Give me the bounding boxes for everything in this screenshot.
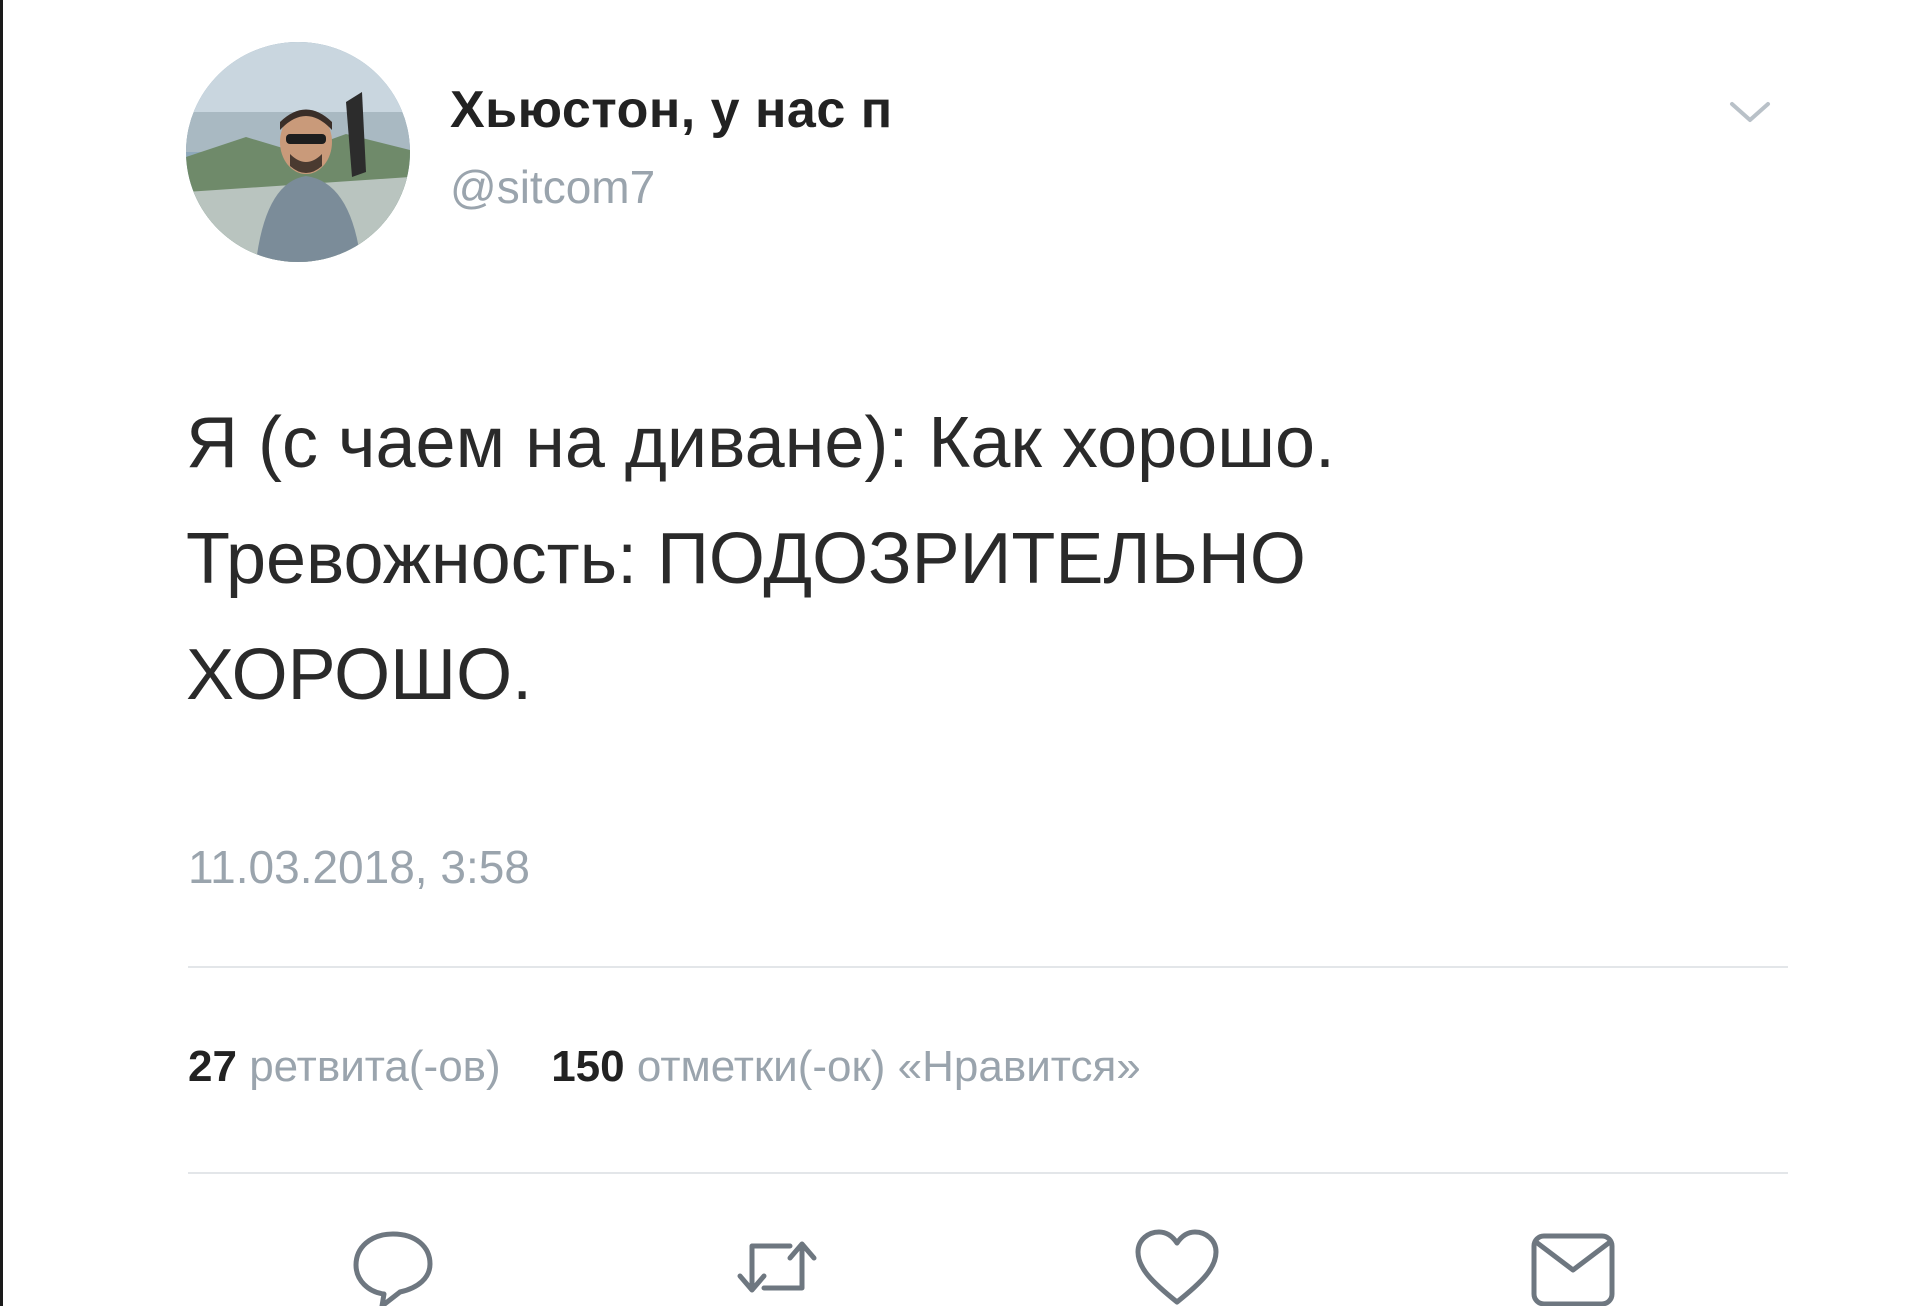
divider	[188, 966, 1788, 968]
user-handle[interactable]: @sitcom7	[450, 160, 655, 214]
tweet-stats: 27 ретвита(-ов) 150 отметки(-ок) «Нравит…	[188, 1042, 1141, 1092]
tweet-timestamp[interactable]: 11.03.2018, 3:58	[188, 840, 530, 894]
tweet-text-line: Тревожность: ПОДОЗРИТЕЛЬНО	[186, 519, 1306, 599]
retweets-label[interactable]: ретвита(-ов)	[249, 1042, 501, 1091]
tweet-actions	[0, 1228, 1910, 1306]
tweet-text-line: ХОРОШО.	[186, 635, 533, 715]
likes-count[interactable]: 150	[551, 1042, 624, 1091]
likes-label[interactable]: отметки(-ок) «Нравится»	[637, 1042, 1141, 1091]
heart-icon[interactable]	[1132, 1228, 1222, 1306]
retweets-count[interactable]: 27	[188, 1042, 237, 1091]
avatar[interactable]	[186, 42, 410, 262]
display-name[interactable]: Хьюстон, у нас п	[450, 80, 893, 140]
tweet-text-line: Я (с чаем на диване): Как хорошо.	[186, 403, 1336, 483]
envelope-icon[interactable]	[1528, 1228, 1618, 1306]
divider	[188, 1172, 1788, 1174]
retweet-icon[interactable]	[732, 1228, 822, 1306]
avatar-photo	[186, 42, 410, 262]
chevron-down-icon[interactable]	[1720, 92, 1780, 132]
tweet-text: Я (с чаем на диване): Как хорошо. Тревож…	[186, 385, 1746, 733]
left-border	[0, 0, 3, 1306]
reply-icon[interactable]	[348, 1228, 438, 1306]
tweet-page: Хьюстон, у нас п @sitcom7 Я (с чаем на д…	[0, 0, 1910, 1306]
